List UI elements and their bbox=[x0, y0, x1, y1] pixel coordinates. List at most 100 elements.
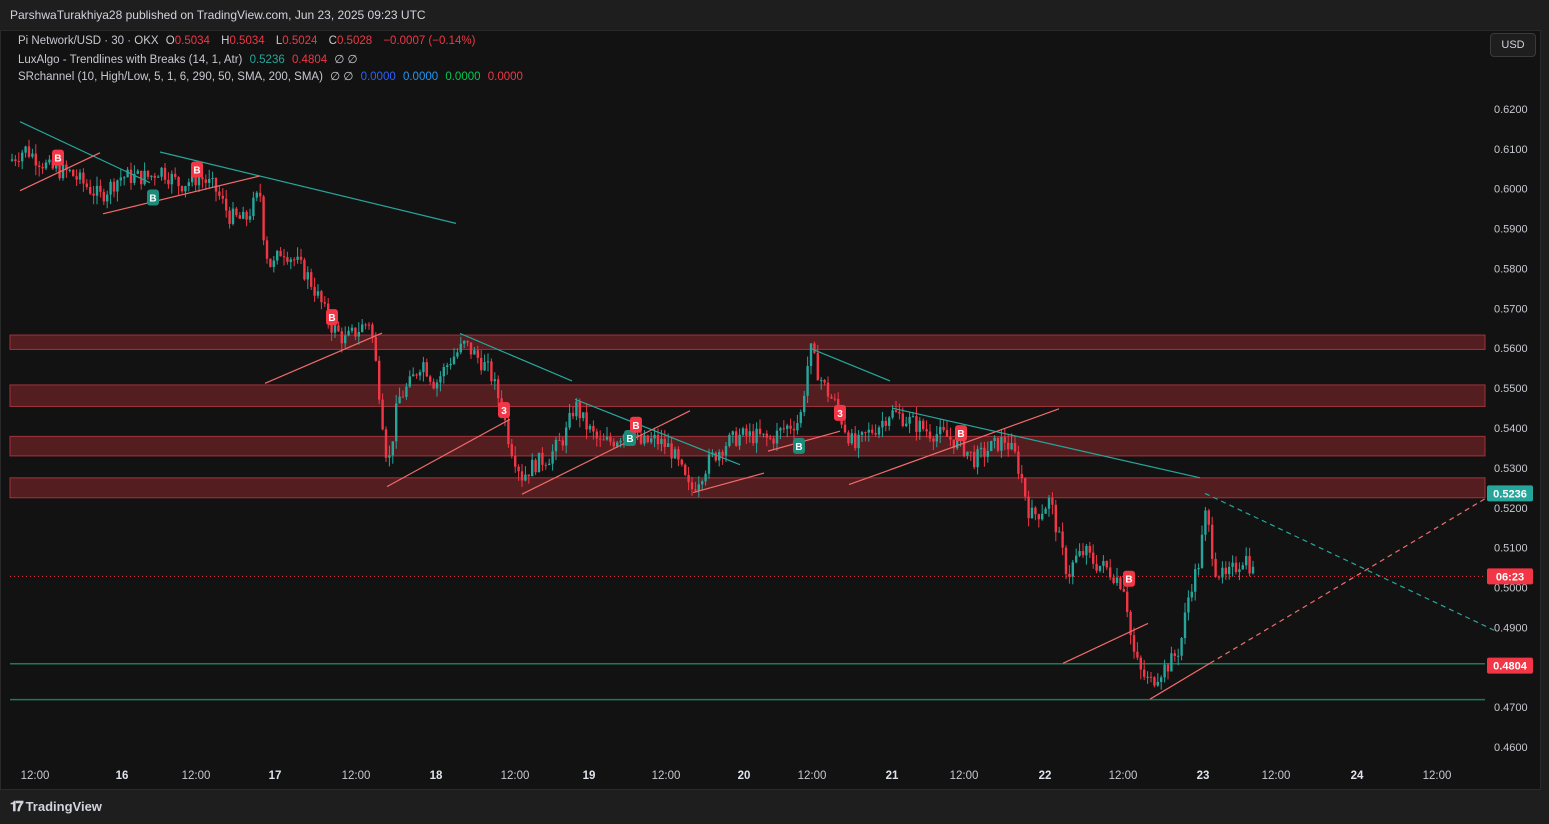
candle-body bbox=[119, 177, 122, 181]
y-tick-label: 0.5200 bbox=[1494, 503, 1528, 515]
currency-button[interactable]: USD bbox=[1490, 33, 1536, 57]
candle-body bbox=[262, 196, 265, 241]
candle-body bbox=[1044, 508, 1047, 514]
candle-body bbox=[1183, 612, 1187, 639]
candle-body bbox=[816, 352, 819, 381]
break-marker-label-1: B bbox=[149, 193, 156, 204]
candle-body bbox=[1010, 442, 1013, 450]
candle-body bbox=[779, 428, 782, 431]
candle-body bbox=[456, 352, 459, 357]
candle-body bbox=[544, 464, 547, 466]
candle-body bbox=[796, 423, 799, 431]
x-tick-label: 21 bbox=[886, 770, 899, 782]
candle-body bbox=[673, 449, 677, 459]
candle-body bbox=[248, 216, 252, 220]
candle-body bbox=[442, 366, 445, 377]
candle-body bbox=[459, 343, 462, 353]
candle-body bbox=[391, 441, 394, 456]
candle-body bbox=[333, 325, 337, 333]
price-label-0: 0.5236 bbox=[1493, 488, 1527, 500]
candle-body bbox=[979, 447, 983, 450]
candle-body bbox=[184, 186, 187, 192]
candle-body bbox=[235, 208, 238, 216]
candle-body bbox=[276, 250, 279, 261]
candle-body bbox=[279, 250, 282, 257]
candle-body bbox=[864, 432, 867, 434]
indicator2-name[interactable]: SRchannel (10, High/Low, 5, 1, 6, 290, 5… bbox=[18, 71, 323, 83]
candle-body bbox=[367, 324, 371, 326]
break-marker-label-4: 3 bbox=[501, 406, 507, 417]
candle-body bbox=[928, 431, 932, 439]
y-tick-label: 0.5800 bbox=[1494, 263, 1528, 275]
candle-body bbox=[357, 331, 360, 337]
footer-bar bbox=[0, 790, 1549, 824]
candle-body bbox=[1180, 638, 1183, 656]
candle-body bbox=[769, 437, 772, 439]
candle-body bbox=[75, 176, 78, 180]
indicator2-value-3: 0.0000 bbox=[445, 71, 481, 83]
candle-body bbox=[823, 379, 826, 383]
candle-body bbox=[1030, 507, 1034, 519]
candle-body bbox=[554, 439, 558, 452]
candle-body bbox=[942, 426, 945, 431]
indicator1-value-1: 0.5236 bbox=[249, 54, 285, 66]
candle-body bbox=[388, 455, 391, 458]
candle-body bbox=[310, 272, 313, 287]
candle-body bbox=[17, 161, 20, 163]
tradingview-logo-icon: 𝟏𝟕 bbox=[10, 798, 24, 814]
break-marker-label-7: B bbox=[795, 442, 802, 453]
candle-body bbox=[31, 153, 34, 157]
candle-body bbox=[667, 443, 670, 448]
candlestick-chart[interactable]: BBBB3BBB3BB0.62000.61000.60000.59000.580… bbox=[0, 0, 1549, 824]
indicator1-name[interactable]: LuxAlgo - Trendlines with Breaks (14, 1,… bbox=[18, 54, 242, 66]
candle-body bbox=[1037, 514, 1040, 520]
candle-body bbox=[843, 424, 847, 433]
candle-body bbox=[1187, 597, 1190, 613]
candle-body bbox=[208, 178, 211, 183]
candle-body bbox=[1221, 567, 1224, 578]
candle-body bbox=[806, 365, 809, 396]
trendline-down-4 bbox=[811, 348, 891, 382]
candle-body bbox=[592, 425, 595, 432]
candle-body bbox=[762, 433, 765, 435]
candle-body bbox=[1115, 577, 1119, 584]
candle-body bbox=[384, 429, 388, 458]
legend-indicator1-row: LuxAlgo - Trendlines with Breaks (14, 1,… bbox=[18, 52, 362, 66]
candle-body bbox=[476, 350, 479, 358]
candle-body bbox=[578, 401, 581, 419]
candle-body bbox=[755, 428, 758, 444]
candle-body bbox=[197, 177, 201, 186]
candle-body bbox=[228, 210, 231, 224]
candle-body bbox=[272, 260, 275, 267]
x-tick-label: 12:00 bbox=[950, 770, 979, 782]
candle-body bbox=[575, 401, 578, 417]
candle-body bbox=[347, 330, 350, 336]
x-tick-label: 17 bbox=[269, 770, 282, 782]
candle-body bbox=[204, 179, 207, 183]
candle-body bbox=[177, 176, 180, 187]
candle-body bbox=[160, 167, 163, 177]
candle-body bbox=[38, 165, 41, 167]
resistance-zone-2 bbox=[9, 435, 1486, 457]
candle-body bbox=[1017, 451, 1020, 474]
candle-body bbox=[707, 454, 711, 474]
candle-body bbox=[1105, 561, 1108, 568]
candle-body bbox=[758, 428, 762, 435]
candle-body bbox=[520, 471, 524, 481]
candle-body bbox=[612, 441, 615, 447]
candle-body bbox=[1149, 676, 1153, 678]
candle-body bbox=[724, 445, 728, 456]
candle-body bbox=[1068, 573, 1071, 577]
tradingview-logo[interactable]: 𝟏𝟕 TradingView bbox=[10, 798, 102, 815]
candle-body bbox=[741, 428, 745, 435]
x-tick-label: 23 bbox=[1197, 770, 1210, 782]
candle-body bbox=[418, 372, 422, 376]
break-marker-label-0: B bbox=[54, 154, 61, 165]
candle-body bbox=[395, 403, 398, 442]
candle-body bbox=[497, 379, 500, 399]
tradingview-brand: TradingView bbox=[25, 799, 102, 814]
candle-body bbox=[976, 449, 979, 468]
legend-symbol[interactable]: Pi Network/USD · 30 · OKX bbox=[18, 35, 159, 47]
candle-body bbox=[466, 340, 469, 343]
candle-body bbox=[422, 362, 425, 373]
